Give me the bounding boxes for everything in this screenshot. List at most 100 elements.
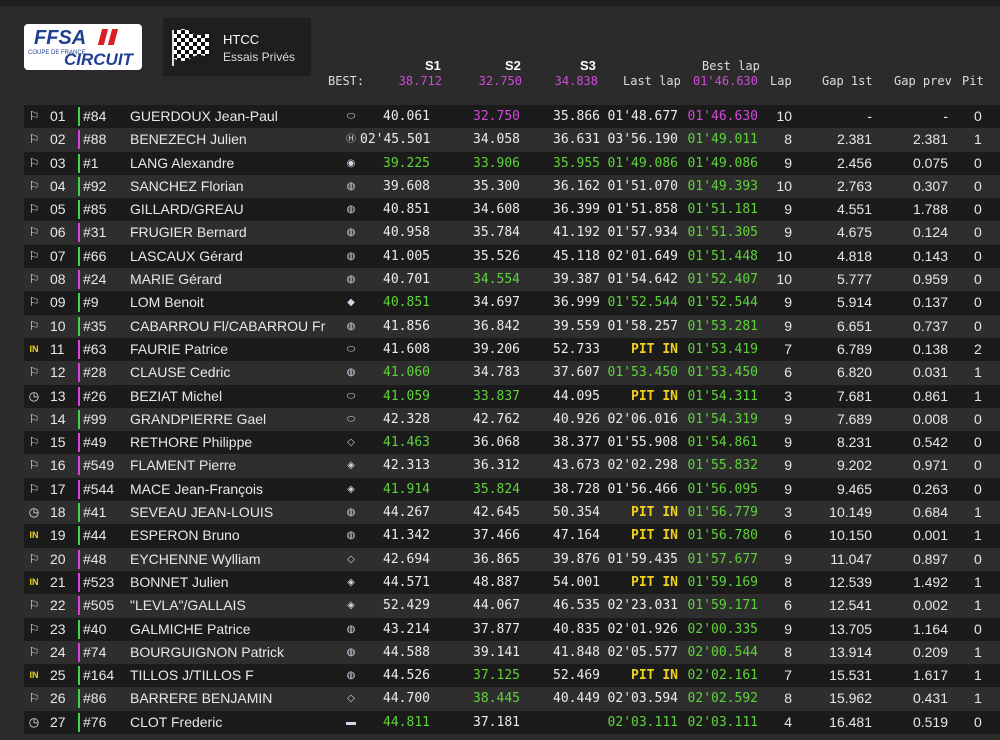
- status-clock-icon: ◷: [28, 388, 40, 403]
- position: 27: [50, 713, 66, 730]
- car-number: #28: [83, 364, 107, 381]
- gap-prev: 0.031: [912, 364, 948, 381]
- sector2-time: 36.842: [473, 318, 520, 334]
- table-row[interactable]: ⚐ 12 #28 CLAUSE Cedric ◍ 41.060 34.783 37.607 01…: [24, 361, 1000, 385]
- best-lap-time: 01'54.861: [687, 435, 758, 451]
- sector2-time: 42.762: [473, 411, 520, 427]
- table-row[interactable]: ⚐ 05 #85 GILLARD/GREAU ◍ 40.851 34.608 36.399 01…: [24, 198, 1000, 222]
- sector3-time: 39.876: [553, 551, 600, 567]
- driver-name: GILLARD/GREAU: [130, 201, 244, 218]
- gap-first: 13.914: [829, 643, 872, 660]
- sector1-time: 39.608: [383, 178, 430, 194]
- table-row[interactable]: ◷ 18 #41 SEVEAU JEAN-LOUIS ◍ 44.267 42.645 50.3…: [24, 501, 1000, 525]
- last-lap-time: 02'01.649: [607, 248, 678, 264]
- sector3-time: 46.535: [553, 598, 600, 614]
- table-row[interactable]: ⚐ 09 #9 LOM Benoit ◆ 40.851 34.697 36.999 01'52.…: [24, 291, 1000, 315]
- status-flag-icon: ⚐: [28, 202, 40, 217]
- table-row[interactable]: ⚐ 04 #92 SANCHEZ Florian ◍ 39.608 35.300 36.162…: [24, 174, 1000, 199]
- car-number: #505: [83, 597, 115, 614]
- driver-name: BONNET Julien: [130, 573, 229, 590]
- table-row[interactable]: ⚐ 02 #88 BENEZECH Julien Ⓗ 02'45.501 34.058 36.…: [24, 128, 1000, 152]
- sector1-time: 52.429: [383, 598, 430, 614]
- peugeot-logo-icon: ◈: [347, 576, 355, 588]
- status-flag-icon: ⚐: [28, 621, 40, 636]
- renault-logo-icon: ◇: [347, 693, 355, 705]
- table-row[interactable]: ⚐ 17 #544 MACE Jean-François ◈ 41.914 35.824 38…: [24, 477, 1000, 502]
- lap-count: 6: [784, 597, 792, 614]
- car-number: #24: [83, 271, 107, 288]
- last-lap-time: 03'56.190: [607, 132, 678, 148]
- status-in-icon: IN: [29, 343, 39, 354]
- col-gapprev-header: Gap prev: [894, 74, 952, 88]
- lap-count: 4: [784, 713, 792, 730]
- gap-first: 7.681: [836, 387, 872, 404]
- position: 22: [50, 597, 66, 614]
- last-lap-time: 02'05.577: [607, 644, 678, 660]
- table-row[interactable]: ⚐ 24 #74 BOURGUIGNON Patrick ◍ 44.588 39.141 41…: [24, 640, 1000, 665]
- car-number: #164: [83, 667, 115, 684]
- table-row[interactable]: ⚐ 20 #48 EYCHENNE Wylliam ◇ 42.694 36.865 39.87…: [24, 547, 1000, 571]
- table-row[interactable]: IN 25 #164 TILLOS J/TILLOS F ◍ 44.526 37.125 52…: [24, 664, 1000, 688]
- lap-count: 9: [784, 317, 792, 334]
- status-flag-icon: ⚐: [28, 481, 40, 496]
- sector2-time: 36.865: [473, 551, 520, 567]
- table-row[interactable]: ⚐ 06 #31 FRUGIER Bernard ◍ 40.958 35.784 41.192…: [24, 221, 1000, 245]
- pit-count: 1: [974, 504, 982, 521]
- table-row[interactable]: IN 11 #63 FAURIE Patrice ⬭ 41.608 39.206 52.733…: [24, 337, 1000, 362]
- sector2-time: 34.783: [473, 365, 520, 381]
- table-row[interactable]: ⚐ 08 #24 MARIE Gérard ◍ 40.701 34.554 39.387 01'…: [24, 268, 1000, 292]
- best-lap-time: 02'00.544: [687, 644, 758, 660]
- table-row[interactable]: ⚐ 10 #35 CABARROU Fl/CABARROU Fr ◍ 41.856 36.8…: [24, 314, 1000, 338]
- gap-first: 8.231: [836, 434, 872, 451]
- pit-count: 0: [974, 550, 982, 567]
- table-row[interactable]: ⚐ 16 #549 FLAMENT Pierre ◈ 42.313 36.312 43.673…: [24, 454, 1000, 478]
- lap-count: 9: [784, 434, 792, 451]
- last-lap-time: 02'03.111: [607, 714, 678, 730]
- position: 12: [50, 364, 66, 381]
- sector1-time: 40.061: [383, 109, 430, 124]
- table-row[interactable]: ⚐ 26 #86 BARRERE BENJAMIN ◇ 44.700 38.445 40.44…: [24, 687, 1000, 711]
- table-row[interactable]: ⚐ 07 #66 LASCAUX Gérard ◍ 41.005 35.526 45.118 0…: [24, 244, 1000, 269]
- sector2-time: 32.750: [473, 109, 520, 124]
- table-row[interactable]: ⚐ 03 #1 LANG Alexandre ◉ 39.225 33.906 35.955 01…: [24, 151, 1000, 175]
- sector2-time: 35.784: [473, 225, 520, 241]
- driver-name: EYCHENNE Wylliam: [130, 550, 261, 567]
- pit-count: 1: [974, 131, 982, 148]
- table-row[interactable]: IN 19 #44 ESPERON Bruno ◍ 41.342 37.466 47.164 P…: [24, 524, 1000, 548]
- pit-count: 0: [974, 177, 982, 194]
- pit-count: 1: [974, 667, 982, 684]
- table-row[interactable]: ⚐ 01 #84 GUERDOUX Jean-Paul ⬭ 40.061 32.750 35.…: [24, 105, 1000, 129]
- gap-prev: 0.861: [912, 387, 948, 404]
- table-row[interactable]: ◷ 13 #26 BEZIAT Michel ⬭ 41.059 33.837 44.095 PI…: [24, 384, 1000, 408]
- best-label: BEST:: [328, 74, 365, 88]
- position: 10: [50, 317, 66, 334]
- table-row[interactable]: IN 21 #523 BONNET Julien ◈ 44.571 48.887 54.001…: [24, 570, 1000, 595]
- ford-logo-icon: ⬭: [346, 390, 356, 402]
- best-lap-time: 01'51.448: [687, 248, 758, 264]
- position: 20: [50, 550, 66, 567]
- sector1-time: 40.958: [383, 225, 430, 241]
- sector2-time: 36.068: [473, 435, 520, 451]
- best-lap-time: 01'59.171: [687, 598, 758, 614]
- other-logo-icon: ▬: [346, 716, 356, 728]
- sector1-time: 44.571: [383, 574, 430, 590]
- sector1-time: 41.856: [383, 318, 430, 334]
- table-row[interactable]: ⚐ 14 #99 GRANDPIERRE Gael ⬭ 42.328 42.762 40.92…: [24, 407, 1000, 432]
- col-gap1-header: Gap 1st: [822, 74, 873, 88]
- driver-name: GRANDPIERRE Gael: [130, 410, 267, 427]
- honda-logo-icon: Ⓗ: [346, 134, 356, 146]
- sector1-time: 40.851: [383, 295, 430, 311]
- sector1-time: 41.342: [383, 528, 430, 544]
- table-row[interactable]: ⚐ 22 #505 "LEVLA"/GALLAIS ◈ 52.429 44.067 46.53…: [24, 594, 1000, 618]
- pit-count: 0: [974, 154, 982, 171]
- sector3-time: 39.559: [553, 318, 600, 334]
- table-row[interactable]: ⚐ 15 #49 RETHORE Philippe ◇ 41.463 36.068 38.37…: [24, 431, 1000, 455]
- gap-first: 6.789: [836, 340, 872, 357]
- driver-name: MACE Jean-François: [130, 480, 264, 497]
- sector3-time: 36.999: [553, 295, 600, 311]
- sector3-time: 41.192: [553, 225, 600, 241]
- table-row[interactable]: ◷ 27 #76 CLOT Frederic ▬ 44.811 37.181 02'03.11…: [24, 710, 1000, 735]
- table-row[interactable]: ⚐ 23 #40 GALMICHE Patrice ◍ 43.214 37.877 40.83…: [24, 617, 1000, 641]
- sector1-time: 44.526: [383, 668, 430, 684]
- pit-count: 1: [974, 690, 982, 707]
